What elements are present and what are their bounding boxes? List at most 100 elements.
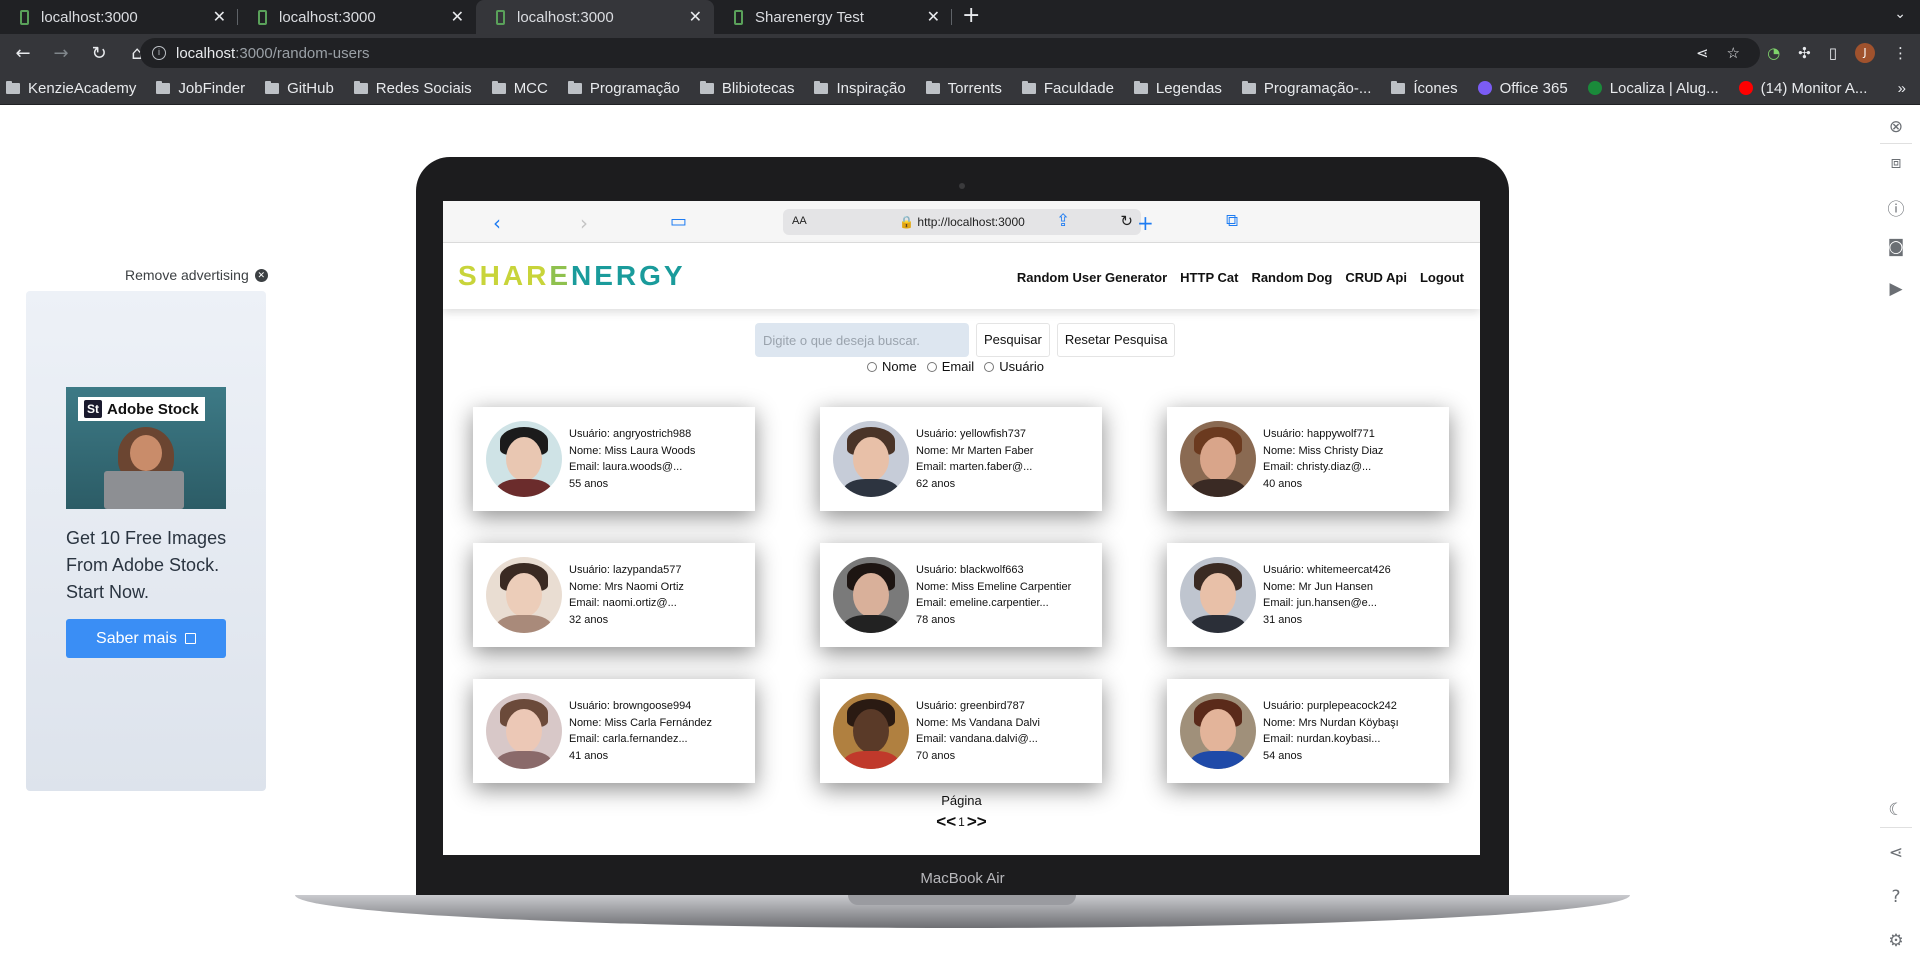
share-icon[interactable]: ⇪: [1056, 211, 1070, 231]
bookmark-item[interactable]: JobFinder: [156, 80, 245, 97]
reload-icon[interactable]: ↻: [84, 43, 114, 64]
close-tab-icon[interactable]: ✕: [689, 7, 702, 27]
book-icon[interactable]: ▭: [670, 211, 687, 232]
bookmark-item[interactable]: Office 365: [1477, 80, 1568, 97]
filter-radio[interactable]: Email: [926, 359, 974, 374]
share-icon[interactable]: ⋖: [1696, 44, 1709, 62]
browser-tab[interactable]: localhost:3000 ✕: [0, 0, 238, 34]
next-page-button[interactable]: >>: [967, 812, 987, 832]
address-bar[interactable]: i localhost:3000/random-users ⋖ ☆: [140, 38, 1760, 68]
previous-page-button[interactable]: <<: [936, 812, 956, 832]
search-button[interactable]: Pesquisar: [976, 323, 1050, 357]
user-username: Usuário: lazypanda577: [569, 564, 682, 576]
forward-arrow-icon[interactable]: →: [46, 43, 76, 64]
adobe-stock-logo: St Adobe Stock: [78, 397, 205, 421]
bookmark-item[interactable]: Faculdade: [1021, 80, 1114, 97]
radio-circle[interactable]: [984, 361, 995, 372]
close-circle-icon[interactable]: ✕: [254, 268, 268, 282]
bookmark-item[interactable]: Inspiração: [814, 80, 906, 97]
extensions-puzzle-icon[interactable]: ✣: [1798, 44, 1811, 62]
bookmark-item[interactable]: Blibiotecas: [699, 80, 794, 97]
more-bookmarks-icon[interactable]: »: [1898, 80, 1906, 97]
menu-kebab-icon[interactable]: ⋮: [1893, 44, 1908, 62]
filter-radio[interactable]: Usuário: [984, 359, 1044, 374]
nav-link[interactable]: HTTP Cat: [1180, 270, 1238, 285]
bookmark-item[interactable]: KenzieAcademy: [6, 80, 136, 97]
nav-link[interactable]: Logout: [1420, 270, 1464, 285]
bookmark-label: JobFinder: [178, 79, 246, 97]
browser-tab[interactable]: Sharenergy Test ✕: [714, 0, 952, 34]
safari-url-bar[interactable]: AA 🔒 http://localhost:3000 ↻: [783, 209, 1141, 235]
bookmark-star-icon[interactable]: ☆: [1727, 44, 1740, 62]
user-name: Nome: Mr Jun Hansen: [1263, 580, 1374, 593]
user-name: Nome: Miss Carla Fernández: [569, 716, 713, 729]
back-arrow-icon[interactable]: ←: [8, 43, 38, 64]
radio-circle[interactable]: [926, 361, 937, 372]
bookmark-label: Redes Sociais: [375, 79, 472, 97]
ad-banner[interactable]: St Adobe Stock Get 10 Free Images From Ad…: [26, 291, 266, 791]
bookmark-item[interactable]: GitHub: [265, 80, 334, 97]
bookmarks-bar: KenzieAcademy JobFinder GitHub Redes Sociai…: [0, 72, 1920, 105]
bookmark-item[interactable]: Redes Sociais: [353, 79, 472, 97]
tab-search-chevron-icon[interactable]: ⌄: [1894, 6, 1906, 22]
bookmark-item[interactable]: Programação: [567, 80, 680, 97]
video-camera-icon[interactable]: ▶: [1886, 279, 1906, 299]
user-email: Email: vandana.dalvi@...: [916, 733, 1038, 745]
sharenergy-logo[interactable]: SHARENERGY: [458, 260, 686, 292]
extension-colorful-icon[interactable]: ◔: [1767, 44, 1780, 62]
user-age: 55 anos: [569, 477, 609, 490]
bookmark-label: MCC: [513, 79, 548, 97]
close-tab-icon[interactable]: ✕: [927, 7, 940, 27]
side-panel-icon[interactable]: ▯: [1829, 44, 1837, 62]
filter-label: Nome: [882, 359, 917, 374]
tab-favicon-icon: [496, 9, 505, 25]
info-icon[interactable]: ⓘ: [1886, 195, 1906, 220]
remove-advertising-link[interactable]: Remove advertising ✕: [125, 267, 268, 283]
bookmark-item[interactable]: (14) Monitor A...: [1738, 80, 1867, 97]
site-info-icon[interactable]: i: [152, 46, 166, 60]
share-icon[interactable]: ⋖: [1886, 843, 1906, 863]
bookmark-item[interactable]: MCC: [491, 79, 548, 97]
camera-icon[interactable]: ◙: [1886, 237, 1906, 257]
filter-radio[interactable]: Nome: [867, 359, 917, 374]
tabs-icon[interactable]: ⧉: [1226, 211, 1238, 231]
browser-tab[interactable]: localhost:3000 ✕: [238, 0, 476, 34]
settings-gear-icon[interactable]: ⚙: [1886, 931, 1906, 951]
ad-image: St Adobe Stock: [66, 387, 226, 509]
bookmark-item[interactable]: Ícones: [1391, 80, 1458, 97]
bookmark-item[interactable]: Programação-...: [1241, 80, 1371, 97]
user-email: Email: marten.faber@...: [916, 461, 1033, 473]
search-input[interactable]: [755, 323, 969, 357]
tab-title: localhost:3000: [279, 8, 376, 26]
user-avatar: [833, 557, 909, 633]
avatar[interactable]: J: [1855, 43, 1875, 63]
reload-icon[interactable]: ↻: [1120, 212, 1133, 230]
browser-tab[interactable]: localhost:3000 ✕: [476, 0, 714, 34]
reset-search-button[interactable]: Resetar Pesquisa: [1056, 323, 1176, 357]
nav-link[interactable]: Random User Generator: [1017, 270, 1167, 285]
safari-toolbar: ‹ › ▭ AA 🔒 http://localhost:3000 ↻ ⇪ + ⧉: [443, 201, 1480, 243]
browser-toolbar: ← → ↻ ⌂ i localhost:3000/random-users ⋖ …: [0, 34, 1920, 72]
close-tab-icon[interactable]: ✕: [451, 7, 464, 27]
user-avatar: [833, 693, 909, 769]
chevron-right-icon[interactable]: ›: [580, 211, 588, 235]
plus-icon[interactable]: +: [1137, 211, 1154, 235]
nav-link[interactable]: CRUD Api: [1345, 270, 1407, 285]
saber-mais-button[interactable]: Saber mais: [66, 619, 226, 658]
help-icon[interactable]: ?: [1886, 887, 1906, 907]
tab-title: localhost:3000: [41, 8, 138, 26]
close-circle-icon[interactable]: ⊗: [1886, 117, 1906, 137]
bookmark-item[interactable]: Localiza | Alug...: [1587, 80, 1719, 97]
nav-link[interactable]: Random Dog: [1251, 270, 1332, 285]
folder-icon: [1391, 80, 1406, 94]
close-tab-icon[interactable]: ✕: [213, 7, 226, 27]
address-path: :3000/random-users: [235, 44, 370, 62]
dark-mode-moon-icon[interactable]: ☾: [1886, 800, 1906, 820]
new-tab-plus-icon[interactable]: +: [962, 0, 980, 34]
responsive-devices-icon[interactable]: ⧈: [1886, 153, 1906, 173]
bookmark-item[interactable]: Torrents: [925, 80, 1002, 97]
chevron-left-icon[interactable]: ‹: [493, 211, 501, 235]
bookmark-item[interactable]: Legendas: [1133, 80, 1222, 97]
pagination: Página << 1 >>: [443, 793, 1480, 832]
radio-circle[interactable]: [867, 361, 877, 372]
